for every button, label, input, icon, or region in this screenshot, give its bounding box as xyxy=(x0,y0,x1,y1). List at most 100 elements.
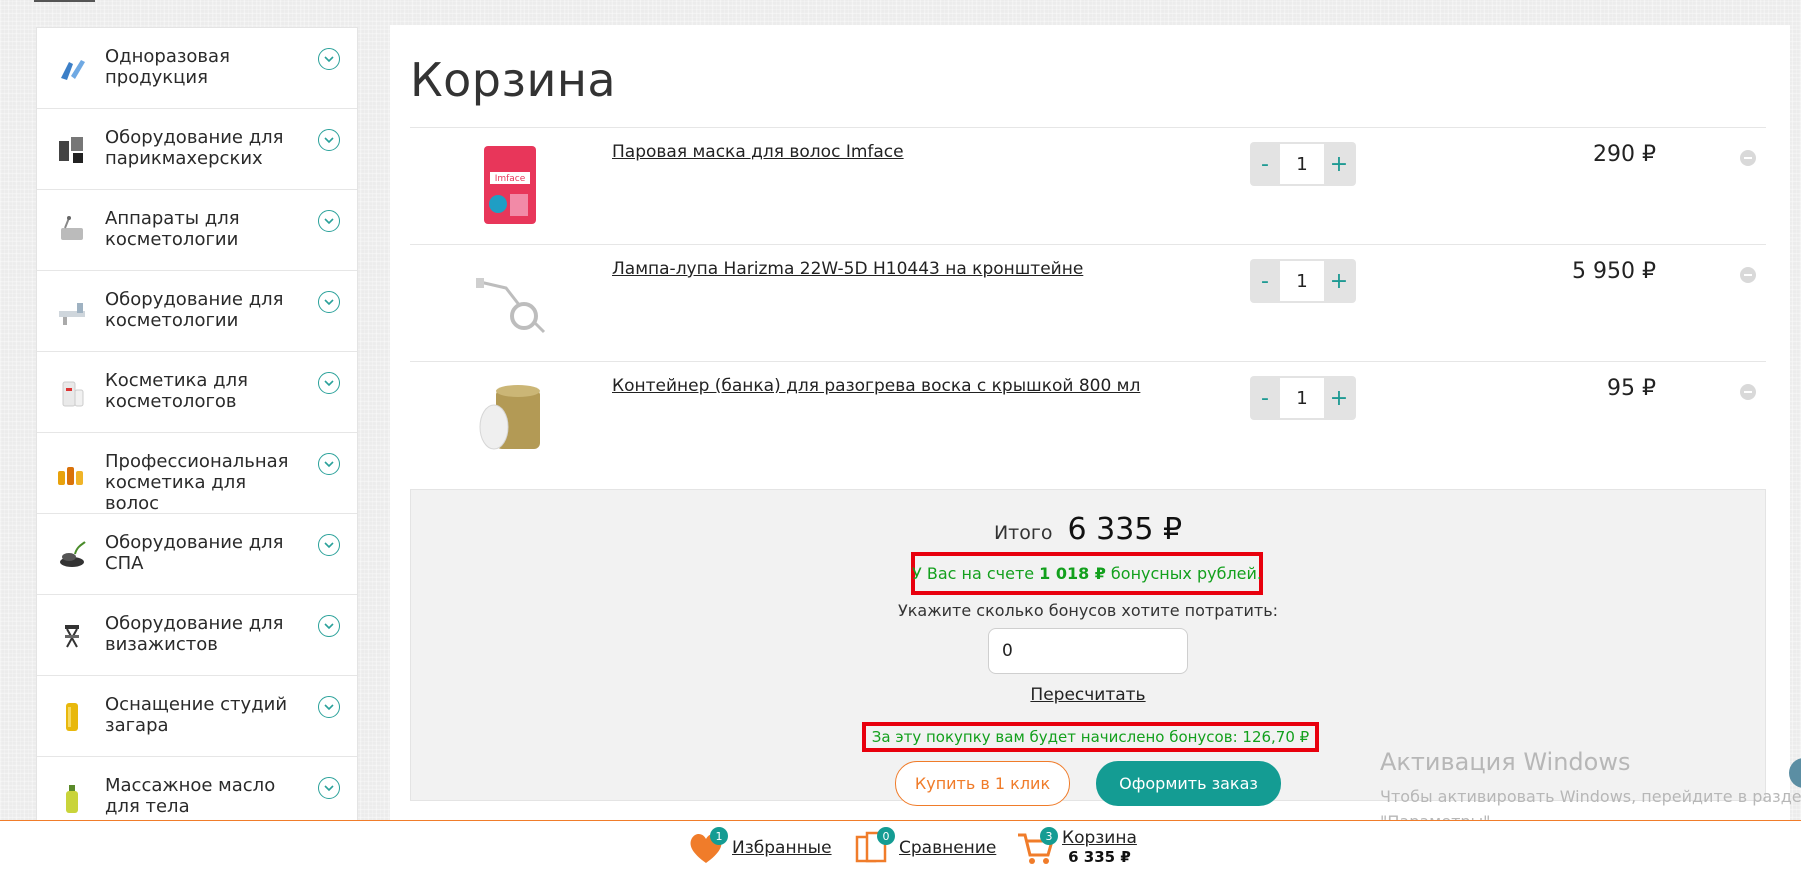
category-sidebar: Одноразовая продукция Оборудование для п… xyxy=(36,27,358,821)
sidebar-item-hair-cosmetics[interactable]: Профессиональная косметика для волос xyxy=(37,433,357,514)
qty-minus-button[interactable]: - xyxy=(1250,259,1280,303)
qty-input[interactable] xyxy=(1280,261,1324,301)
order-total: Итого 6 335 ₽ xyxy=(411,512,1765,547)
sidebar-item-label: Массажное масло для тела xyxy=(105,775,276,817)
recalculate-link[interactable]: Пересчитать xyxy=(411,685,1765,705)
chevron-down-icon[interactable] xyxy=(318,615,340,637)
compare-label: Сравнение xyxy=(899,838,997,858)
sidebar-item-label: Оборудование для косметологии xyxy=(105,289,284,331)
wax-container-image[interactable] xyxy=(470,376,550,462)
sidebar-item-label: Оснащение студий загара xyxy=(105,694,288,736)
sidebar-item-cosmetics[interactable]: Косметика для косметологов xyxy=(37,352,357,433)
oil-bottle-icon xyxy=(55,781,89,815)
qty-input[interactable] xyxy=(1280,144,1324,184)
cart-item-row: Лампа-лупа Harizma 22W-5D H10443 на крон… xyxy=(410,244,1766,361)
sidebar-item-label: Аппараты для косметологии xyxy=(105,208,240,250)
svg-text:Imface: Imface xyxy=(495,174,526,184)
favorites-label: Избранные xyxy=(732,838,832,858)
sidebar-item-cosmetology-devices[interactable]: Аппараты для косметологии xyxy=(37,190,357,271)
qty-plus-button[interactable]: + xyxy=(1324,376,1354,420)
qty-input[interactable] xyxy=(1280,378,1324,418)
favorites-count-badge: 1 xyxy=(710,827,728,845)
total-label: Итого xyxy=(993,522,1053,544)
sidebar-item-spa[interactable]: Оборудование для СПА xyxy=(37,514,357,595)
item-name-link[interactable]: Лампа-лупа Harizma 22W-5D H10443 на крон… xyxy=(612,259,1083,279)
item-price: 290 ₽ xyxy=(1593,142,1656,167)
chevron-down-icon[interactable] xyxy=(318,291,340,313)
sidebar-item-tanning[interactable]: Оснащение студий загара xyxy=(37,676,357,757)
qty-minus-button[interactable]: - xyxy=(1250,142,1280,186)
remove-item-icon[interactable] xyxy=(1740,150,1756,166)
checkout-button[interactable]: Оформить заказ xyxy=(1096,761,1281,806)
top-link-underline xyxy=(34,0,95,2)
favorites-link[interactable]: 1 Избранные xyxy=(686,827,832,867)
cosmetics-icon xyxy=(55,376,89,410)
cart-icon: 3 xyxy=(1016,827,1058,867)
chevron-down-icon[interactable] xyxy=(318,129,340,151)
bonus-amount: 1 018 ₽ xyxy=(1039,564,1106,583)
bonus-suffix: бонусных рублей. xyxy=(1110,564,1262,583)
sidebar-item-label: Оборудование для визажистов xyxy=(105,613,284,655)
bonus-prefix: У Вас на счете xyxy=(912,564,1035,583)
watermark-line: Чтобы активировать Windows, перейдите в … xyxy=(1380,787,1801,806)
bonus-amount-input[interactable] xyxy=(988,628,1188,674)
cosmetology-device-icon xyxy=(55,214,89,248)
sidebar-item-massage-oil[interactable]: Массажное масло для тела xyxy=(37,757,357,820)
sidebar-item-barber-equipment[interactable]: Оборудование для парикмахерских xyxy=(37,109,357,190)
bonus-hint: Укажите сколько бонусов хотите потратить… xyxy=(897,601,1279,620)
chevron-down-icon[interactable] xyxy=(318,210,340,232)
chevron-down-icon[interactable] xyxy=(318,453,340,475)
remove-item-icon[interactable] xyxy=(1740,384,1756,400)
cart-count-badge: 3 xyxy=(1040,827,1058,845)
cart-link[interactable]: 3 Корзина 6 335 ₽ xyxy=(1016,827,1137,867)
total-value: 6 335 ₽ xyxy=(1067,512,1183,547)
compare-icon: 0 xyxy=(853,827,895,867)
spa-icon xyxy=(55,538,89,572)
chevron-down-icon[interactable] xyxy=(318,777,340,799)
cosmetology-chair-icon xyxy=(55,295,89,329)
bottom-bar: 1 Избранные 0 Сравнение 3 Корзина 6 335 … xyxy=(0,820,1801,870)
qty-plus-button[interactable]: + xyxy=(1324,142,1354,186)
item-name-link[interactable]: Паровая маска для волос Imface xyxy=(612,142,904,162)
cart-label: Корзина xyxy=(1062,828,1137,848)
sidebar-item-label: Косметика для косметологов xyxy=(105,370,248,412)
chevron-down-icon[interactable] xyxy=(318,372,340,394)
bonus-earn-notice: За эту покупку вам будет начислено бонус… xyxy=(862,722,1319,752)
makeup-chair-icon xyxy=(55,619,89,653)
page-title: Корзина xyxy=(410,53,617,107)
item-price: 95 ₽ xyxy=(1607,376,1656,401)
chevron-down-icon[interactable] xyxy=(318,696,340,718)
chevron-down-icon[interactable] xyxy=(318,48,340,70)
hair-mask-image[interactable]: Imface xyxy=(470,142,550,228)
sidebar-item-cosmetology-equipment[interactable]: Оборудование для косметологии xyxy=(37,271,357,352)
item-price: 5 950 ₽ xyxy=(1572,259,1656,284)
bonus-balance-notice: У Вас на счете 1 018 ₽ бонусных рублей. xyxy=(911,552,1263,595)
gloves-icon xyxy=(55,52,89,86)
sidebar-item-disposable[interactable]: Одноразовая продукция xyxy=(37,28,357,109)
sidebar-item-label: Профессиональная косметика для волос xyxy=(105,451,289,514)
chevron-down-icon[interactable] xyxy=(318,534,340,556)
buy-one-click-button[interactable]: Купить в 1 клик xyxy=(895,761,1070,806)
hair-cosmetics-icon xyxy=(55,457,89,491)
quantity-stepper: - + xyxy=(1250,376,1356,420)
sidebar-item-makeup[interactable]: Оборудование для визажистов xyxy=(37,595,357,676)
qty-plus-button[interactable]: + xyxy=(1324,259,1354,303)
cart-panel: Корзина Imface Паровая маска для волос I… xyxy=(390,25,1790,825)
cart-item-row: Imface Паровая маска для волос Imface - … xyxy=(410,127,1766,244)
compare-link[interactable]: 0 Сравнение xyxy=(853,827,997,867)
quantity-stepper: - + xyxy=(1250,259,1356,303)
heart-icon: 1 xyxy=(686,827,728,867)
quantity-stepper: - + xyxy=(1250,142,1356,186)
remove-item-icon[interactable] xyxy=(1740,267,1756,283)
sidebar-item-label: Оборудование для СПА xyxy=(105,532,284,574)
item-name-link[interactable]: Контейнер (банка) для разогрева воска с … xyxy=(612,376,1140,396)
cart-item-row: Контейнер (банка) для разогрева воска с … xyxy=(410,361,1766,478)
magnifier-lamp-image[interactable] xyxy=(470,259,550,345)
qty-minus-button[interactable]: - xyxy=(1250,376,1280,420)
compare-count-badge: 0 xyxy=(877,827,895,845)
sidebar-item-label: Одноразовая продукция xyxy=(105,46,230,88)
sidebar-item-label: Оборудование для парикмахерских xyxy=(105,127,284,169)
barber-equipment-icon xyxy=(55,133,89,167)
tanning-icon xyxy=(55,700,89,734)
watermark-title: Активация Windows xyxy=(1380,748,1631,776)
